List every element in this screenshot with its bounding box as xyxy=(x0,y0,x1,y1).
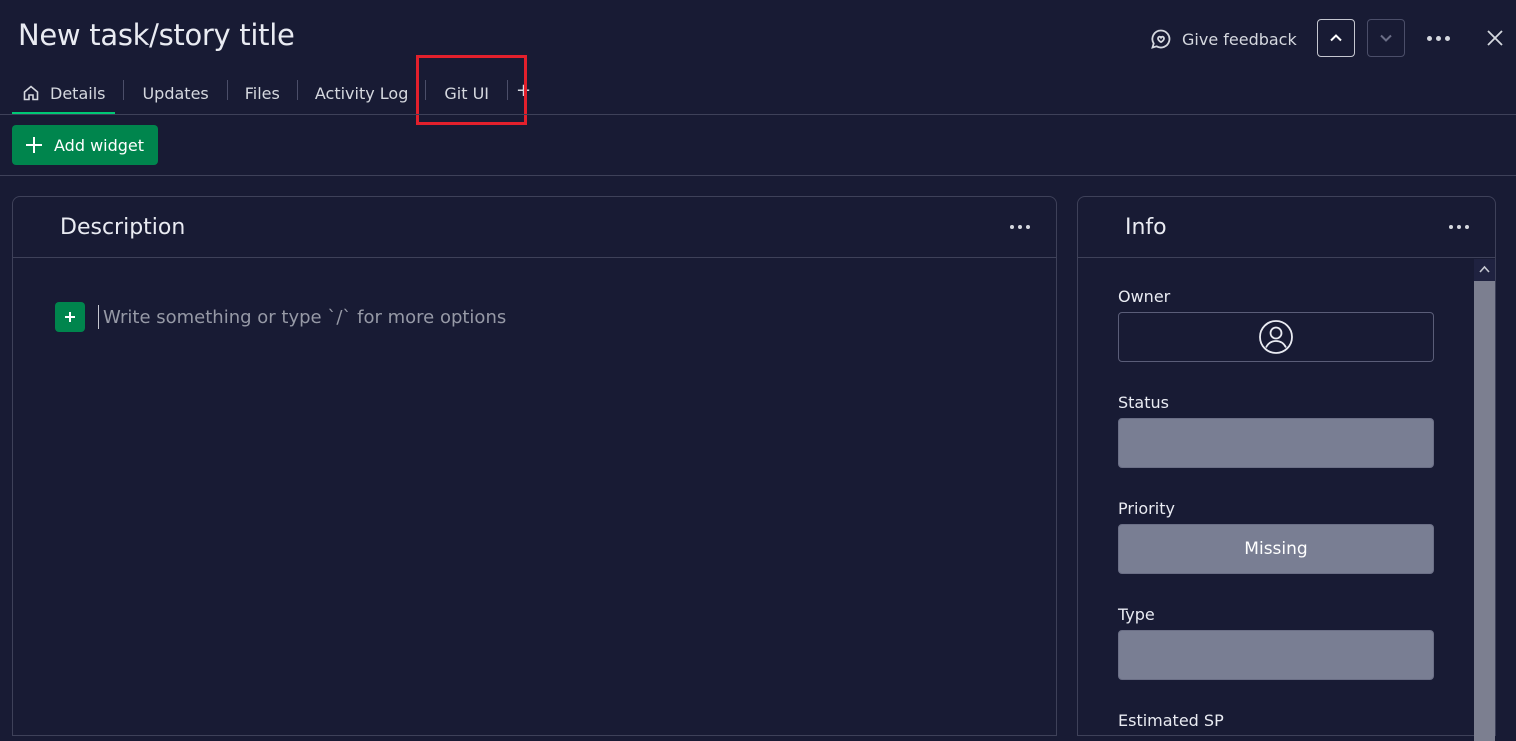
editor-placeholder: Write something or type `/` for more opt… xyxy=(103,306,507,328)
dot-icon xyxy=(1445,36,1450,41)
tab-label: Files xyxy=(244,83,280,103)
next-item-button[interactable] xyxy=(1367,19,1405,57)
description-title: Description xyxy=(60,214,186,240)
estimated-sp-label: Estimated SP xyxy=(1118,711,1224,730)
description-widget: Description Write something or type `/` … xyxy=(12,196,1057,736)
dot-icon xyxy=(1457,225,1461,229)
dot-icon xyxy=(1436,36,1441,41)
info-header: Info xyxy=(1078,197,1495,258)
feedback-icon xyxy=(1151,29,1171,49)
type-field[interactable] xyxy=(1118,630,1434,680)
scroll-up-arrow-icon[interactable] xyxy=(1479,265,1490,273)
info-fields: Owner Status Priority Missing Type Estim… xyxy=(1118,287,1434,736)
info-title: Info xyxy=(1125,214,1167,240)
add-view-button[interactable]: + xyxy=(508,74,539,106)
type-label: Type xyxy=(1118,605,1155,624)
tab-label: Activity Log xyxy=(314,83,409,103)
info-menu-button[interactable] xyxy=(1449,225,1469,229)
tab-label: Details xyxy=(50,83,106,103)
info-scrollbar[interactable] xyxy=(1474,259,1495,741)
dot-icon xyxy=(1465,225,1469,229)
chevron-down-icon xyxy=(1380,34,1392,42)
header-divider xyxy=(0,114,1516,115)
description-editor[interactable]: Write something or type `/` for more opt… xyxy=(55,302,506,332)
tab-label: Git UI xyxy=(444,83,489,103)
previous-item-button[interactable] xyxy=(1317,19,1355,57)
dot-icon xyxy=(1427,36,1432,41)
tab-activity-log[interactable]: Activity Log xyxy=(298,74,426,112)
plus-icon xyxy=(26,137,42,153)
scroll-thumb[interactable] xyxy=(1474,281,1495,741)
description-header: Description xyxy=(13,197,1056,258)
item-title[interactable]: New task/story title xyxy=(18,18,295,52)
owner-field[interactable] xyxy=(1118,312,1434,362)
text-cursor xyxy=(98,305,99,329)
home-icon xyxy=(23,85,39,101)
info-widget: Info Owner Status Priority Missing Type … xyxy=(1077,196,1496,741)
dot-icon xyxy=(1449,225,1453,229)
status-label: Status xyxy=(1118,393,1169,412)
tab-details[interactable]: Details xyxy=(12,74,116,114)
close-icon xyxy=(1487,30,1503,46)
chevron-up-icon xyxy=(1330,34,1342,42)
person-avatar-icon xyxy=(1259,320,1293,354)
tab-git-ui[interactable]: Git UI xyxy=(426,74,507,112)
close-button[interactable] xyxy=(1485,28,1505,52)
add-widget-button[interactable]: Add widget xyxy=(12,125,158,165)
description-menu-button[interactable] xyxy=(1010,225,1030,229)
toolbar-divider xyxy=(0,175,1516,176)
status-field[interactable] xyxy=(1118,418,1434,468)
tab-files[interactable]: Files xyxy=(228,74,297,112)
plus-icon xyxy=(65,312,75,322)
dot-icon xyxy=(1018,225,1022,229)
dot-icon xyxy=(1010,225,1014,229)
tab-updates[interactable]: Updates xyxy=(124,74,226,112)
add-widget-label: Add widget xyxy=(54,135,145,155)
tab-label: Updates xyxy=(142,83,209,103)
priority-field[interactable]: Missing xyxy=(1118,524,1434,574)
tab-bar: Details Updates Files Activity Log Git U… xyxy=(12,74,539,114)
give-feedback-label: Give feedback xyxy=(1182,29,1297,49)
priority-label: Priority xyxy=(1118,499,1175,518)
give-feedback-button[interactable]: Give feedback xyxy=(1150,19,1297,59)
dot-icon xyxy=(1026,225,1030,229)
owner-label: Owner xyxy=(1118,287,1171,306)
top-actions: Give feedback xyxy=(1116,19,1516,59)
insert-block-button[interactable] xyxy=(55,302,85,332)
more-options-button[interactable] xyxy=(1427,28,1450,41)
